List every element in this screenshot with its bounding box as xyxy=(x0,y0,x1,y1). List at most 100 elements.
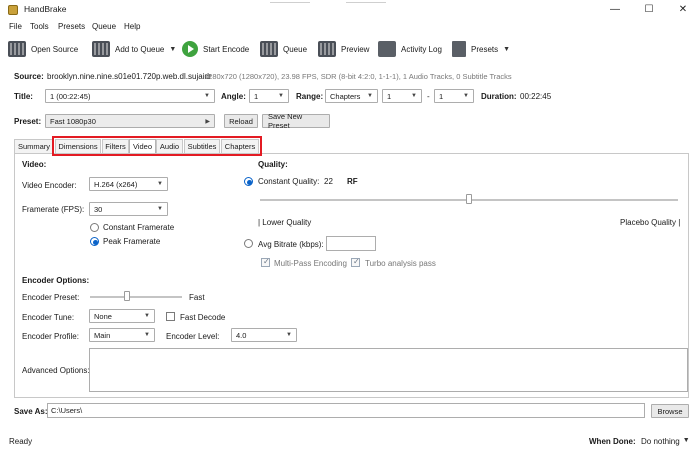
multi-pass-label: Multi-Pass Encoding xyxy=(274,259,347,268)
save-new-preset-button[interactable]: Save New Preset xyxy=(262,112,330,130)
angle-select-value: 1 xyxy=(254,91,259,101)
constant-framerate-label: Constant Framerate xyxy=(103,223,175,232)
chevron-right-icon: ▶ xyxy=(205,118,210,125)
video-encoder-value: H.264 (x264) xyxy=(94,179,138,189)
title-select-value: 1 (00:22:45) xyxy=(50,91,91,101)
range-end-select[interactable]: 1 ▼ xyxy=(434,89,474,103)
source-label: Source: xyxy=(14,72,44,81)
status-text: Ready xyxy=(9,437,33,446)
range-end-value: 1 xyxy=(439,91,444,101)
chevron-down-icon: ▼ xyxy=(367,93,373,99)
peak-framerate-radio[interactable] xyxy=(90,237,99,246)
preview-button[interactable]: Preview xyxy=(318,38,369,60)
encoder-level-select[interactable]: 4.0 ▼ xyxy=(231,328,297,342)
turbo-pass-checkbox[interactable] xyxy=(351,257,360,267)
minimize-button[interactable]: — xyxy=(598,2,632,18)
encoder-profile-label: Encoder Profile: xyxy=(22,332,79,341)
presets-icon xyxy=(452,41,466,57)
preview-icon xyxy=(318,41,336,57)
chevron-down-icon[interactable]: ▼ xyxy=(169,46,176,53)
queue-button[interactable]: Queue xyxy=(260,38,307,60)
preview-label: Preview xyxy=(341,44,370,54)
encoder-options-heading: Encoder Options: xyxy=(22,276,90,285)
save-as-label: Save As: xyxy=(14,407,48,416)
lower-quality-label: | Lower Quality xyxy=(258,218,312,227)
presets-label: Presets xyxy=(471,44,499,54)
save-as-input[interactable]: C:\Users\ xyxy=(47,403,645,418)
chevron-down-icon: ▼ xyxy=(411,93,417,99)
range-mode-select[interactable]: Chapters ▼ xyxy=(325,89,378,103)
source-details: 1280x720 (1280x720), 23.98 FPS, SDR (8-b… xyxy=(204,72,512,81)
when-done-select[interactable]: Do nothing ▼ xyxy=(641,437,690,446)
encoder-level-value: 4.0 xyxy=(236,330,247,340)
advanced-options-textarea[interactable] xyxy=(89,348,688,392)
avg-bitrate-radio[interactable] xyxy=(244,239,253,248)
chevron-down-icon: ▼ xyxy=(204,93,210,99)
queue-icon xyxy=(260,41,278,57)
fast-decode-label: Fast Decode xyxy=(180,313,226,322)
queue-label: Queue xyxy=(283,44,308,54)
encoder-preset-value: Fast xyxy=(189,293,205,302)
start-encode-label: Start Encode xyxy=(203,44,250,54)
activity-log-button[interactable]: Activity Log xyxy=(378,38,442,60)
add-to-queue-button[interactable]: Add to Queue ▼ xyxy=(92,38,176,60)
duration-value: 00:22:45 xyxy=(520,92,552,101)
encoder-preset-label: Encoder Preset: xyxy=(22,293,80,302)
chevron-down-icon: ▼ xyxy=(278,93,284,99)
open-source-label: Open Source xyxy=(31,44,79,54)
menu-presets[interactable]: Presets xyxy=(58,22,85,31)
tab-highlight-box xyxy=(52,136,262,156)
chevron-down-icon[interactable]: ▼ xyxy=(503,46,510,53)
reload-button[interactable]: Reload xyxy=(224,114,258,128)
preset-select-value: Fast 1080p30 xyxy=(50,116,96,126)
preset-label: Preset: xyxy=(14,117,42,126)
range-start-select[interactable]: 1 ▼ xyxy=(382,89,422,103)
play-icon xyxy=(182,41,198,57)
encoder-tune-value: None xyxy=(94,311,112,321)
encoder-profile-select[interactable]: Main ▼ xyxy=(89,328,155,342)
constant-framerate-radio[interactable] xyxy=(90,223,99,232)
add-to-queue-label: Add to Queue xyxy=(115,44,165,54)
title-bar-divider-2 xyxy=(346,2,386,3)
framerate-select[interactable]: 30 ▼ xyxy=(89,202,168,216)
source-name: brooklyn.nine.nine.s01e01.720p.web.dl.su… xyxy=(47,72,212,81)
fast-decode-checkbox[interactable] xyxy=(166,312,175,321)
chevron-down-icon: ▼ xyxy=(144,313,150,319)
tab-summary[interactable]: Summary xyxy=(14,139,54,153)
title-bar xyxy=(0,0,700,20)
constant-quality-label: Constant Quality: xyxy=(258,177,320,186)
start-encode-button[interactable]: Start Encode xyxy=(182,38,249,60)
constant-quality-radio[interactable] xyxy=(244,177,253,186)
menu-file[interactable]: File xyxy=(9,22,22,31)
multi-pass-checkbox[interactable] xyxy=(261,257,270,267)
activity-log-label: Activity Log xyxy=(401,44,442,54)
avg-bitrate-input[interactable] xyxy=(326,236,376,251)
chevron-down-icon: ▼ xyxy=(157,206,163,212)
angle-select[interactable]: 1 ▼ xyxy=(249,89,289,103)
range-label: Range: xyxy=(296,92,324,101)
maximize-button[interactable]: ☐ xyxy=(632,2,666,18)
chevron-down-icon: ▼ xyxy=(157,181,163,187)
browse-button[interactable]: Browse xyxy=(651,404,689,418)
menu-queue[interactable]: Queue xyxy=(92,22,116,31)
presets-button[interactable]: Presets ▼ xyxy=(452,38,510,60)
quality-slider-thumb[interactable] xyxy=(466,194,472,204)
turbo-pass-label: Turbo analysis pass xyxy=(365,259,436,268)
encoder-preset-slider-track[interactable] xyxy=(90,296,182,298)
encoder-preset-slider-thumb[interactable] xyxy=(123,291,130,301)
close-button[interactable]: ✕ xyxy=(666,2,700,18)
placebo-quality-label: Placebo Quality | xyxy=(620,218,681,227)
preset-select[interactable]: Fast 1080p30 ▶ xyxy=(45,114,215,128)
menu-help[interactable]: Help xyxy=(124,22,140,31)
range-separator: - xyxy=(427,92,430,101)
menu-tools[interactable]: Tools xyxy=(30,22,49,31)
title-select[interactable]: 1 (00:22:45) ▼ xyxy=(45,89,215,103)
activity-log-icon xyxy=(378,41,396,57)
encoder-tune-select[interactable]: None ▼ xyxy=(89,309,155,323)
open-source-button[interactable]: Open Source xyxy=(8,38,78,60)
video-encoder-select[interactable]: H.264 (x264) ▼ xyxy=(89,177,168,191)
when-done-value: Do nothing xyxy=(641,437,680,446)
window-title: HandBrake xyxy=(24,4,67,14)
angle-label: Angle: xyxy=(221,92,246,101)
range-start-value: 1 xyxy=(387,91,392,101)
